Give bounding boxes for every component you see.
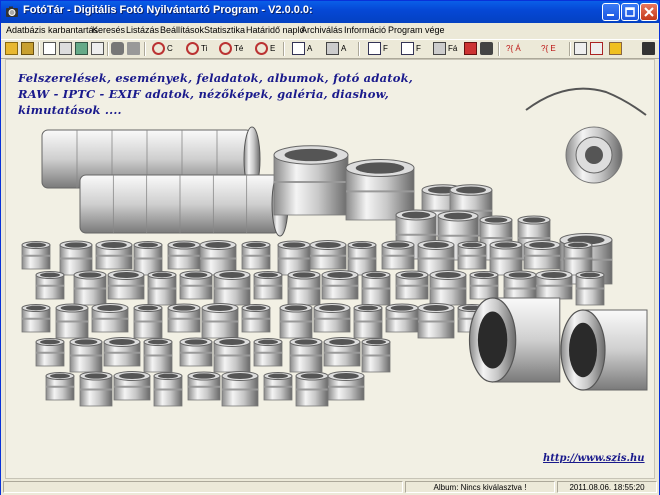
menu-hatarido-naplo[interactable]: Határidő napló bbox=[246, 25, 305, 35]
print-a-label: A bbox=[341, 44, 347, 53]
maximize-icon bbox=[625, 7, 635, 17]
menu-statisztika[interactable]: Statisztika bbox=[204, 25, 245, 35]
table-icon bbox=[368, 42, 381, 55]
save-button[interactable] bbox=[21, 41, 34, 56]
documents-button[interactable] bbox=[59, 41, 72, 56]
magnifier-icon bbox=[219, 42, 232, 55]
folder-icon bbox=[5, 42, 18, 55]
camera-icon bbox=[480, 42, 493, 55]
status-datetime: 2011.08.06. 18:55:20 bbox=[557, 481, 657, 493]
status-panel-empty bbox=[3, 481, 403, 493]
help-e-label: ?{ E bbox=[541, 44, 556, 53]
app-icon bbox=[6, 6, 18, 17]
help-e-button[interactable]: ?{ E bbox=[541, 41, 556, 56]
printer-icon bbox=[433, 42, 446, 55]
magnifier-icon bbox=[186, 42, 199, 55]
calendar-button[interactable] bbox=[464, 41, 477, 56]
export-button[interactable] bbox=[574, 41, 587, 56]
maximize-button[interactable] bbox=[621, 3, 639, 21]
help-a-label: ?{ Á bbox=[506, 44, 521, 53]
trash-icon bbox=[127, 42, 140, 55]
search-e-button[interactable]: E bbox=[255, 41, 275, 56]
list-f2-button[interactable]: F bbox=[401, 41, 421, 56]
app-window: FotóTár - Digitális Fotó Nyilvántartó Pr… bbox=[0, 0, 660, 495]
magnifier-icon bbox=[255, 42, 268, 55]
minimize-button[interactable] bbox=[602, 3, 620, 21]
magnifier-icon bbox=[152, 42, 165, 55]
list-f-button[interactable]: F bbox=[368, 41, 388, 56]
edit-button[interactable] bbox=[91, 41, 104, 56]
print-fa-button[interactable]: Fá bbox=[433, 41, 457, 56]
print-fa-label: Fá bbox=[448, 44, 458, 53]
menu-beallitasok[interactable]: Beállítások bbox=[160, 25, 204, 35]
table-icon bbox=[292, 42, 305, 55]
menu-program-vege[interactable]: Program vége bbox=[388, 25, 445, 35]
lens-collection-image bbox=[21, 87, 648, 407]
document-icon bbox=[43, 42, 56, 55]
search-e-label: E bbox=[270, 44, 276, 53]
list-f-label: F bbox=[383, 44, 388, 53]
website-link[interactable]: http://www.szis.hu bbox=[543, 453, 645, 464]
camera-button[interactable] bbox=[480, 41, 493, 56]
document-button[interactable] bbox=[43, 41, 56, 56]
window-title: FotóTár - Digitális Fotó Nyilvántartó Pr… bbox=[23, 4, 313, 16]
menu-kereses[interactable]: Keresés bbox=[92, 25, 125, 35]
printer-icon bbox=[326, 42, 339, 55]
status-bar: Album: Nincs kiválasztva ! 2011.08.06. 1… bbox=[1, 480, 659, 495]
search-c-label: C bbox=[167, 44, 173, 53]
title-bar[interactable]: FotóTár - Digitális Fotó Nyilvántartó Pr… bbox=[1, 1, 659, 23]
warning-button[interactable] bbox=[609, 41, 622, 56]
search-ti-label: Ti bbox=[201, 44, 208, 53]
calendar-icon bbox=[464, 42, 477, 55]
export-icon bbox=[574, 42, 587, 55]
card-icon bbox=[75, 42, 88, 55]
import-button[interactable] bbox=[590, 41, 603, 56]
list-a-label: A bbox=[307, 44, 313, 53]
search-te-button[interactable]: Té bbox=[219, 41, 243, 56]
search-c-button[interactable]: C bbox=[152, 41, 173, 56]
help-a-button[interactable]: ?{ Á bbox=[506, 41, 521, 56]
trash-button[interactable] bbox=[127, 41, 140, 56]
close-button[interactable] bbox=[640, 3, 658, 21]
menu-listazas[interactable]: Listázás bbox=[126, 25, 159, 35]
menu-archivalas[interactable]: Archiválás bbox=[301, 25, 343, 35]
table-icon bbox=[401, 42, 414, 55]
disk-icon bbox=[21, 42, 34, 55]
main-content: Felszerelések, események, feladatok, alb… bbox=[5, 59, 655, 479]
search-ti-button[interactable]: Ti bbox=[186, 41, 207, 56]
minimize-icon bbox=[607, 14, 614, 16]
menu-informacio[interactable]: Információ bbox=[344, 25, 386, 35]
open-folder-button[interactable] bbox=[5, 41, 18, 56]
menu-bar: Adatbázis karbantartás Keresés Listázás … bbox=[1, 23, 659, 39]
warning-icon bbox=[609, 42, 622, 55]
import-icon bbox=[590, 42, 603, 55]
stamp-button[interactable] bbox=[111, 41, 124, 56]
search-te-label: Té bbox=[234, 44, 244, 53]
close-icon bbox=[644, 7, 654, 17]
toolbar: C Ti Té E A A F F Fá ?{ Á ?{ E bbox=[1, 39, 659, 59]
edit-icon bbox=[91, 42, 104, 55]
print-a-button[interactable]: A bbox=[326, 41, 346, 56]
stamp-icon bbox=[111, 42, 124, 55]
documents-icon bbox=[59, 42, 72, 55]
card-button[interactable] bbox=[75, 41, 88, 56]
exit-button[interactable] bbox=[642, 41, 655, 56]
list-a-button[interactable]: A bbox=[292, 41, 312, 56]
status-album: Album: Nincs kiválasztva ! bbox=[405, 481, 555, 493]
list-f2-label: F bbox=[416, 44, 421, 53]
exit-door-icon bbox=[642, 42, 655, 55]
menu-adatbazis[interactable]: Adatbázis karbantartás bbox=[6, 25, 98, 35]
